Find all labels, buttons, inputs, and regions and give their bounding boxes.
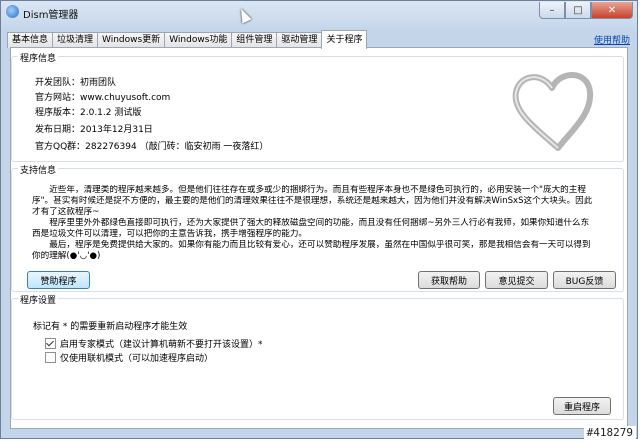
tab-windows-update[interactable]: Windows更新 [97, 32, 166, 48]
minimize-button[interactable]: – [539, 2, 565, 19]
support-text-line: 你的理解(●'◡'●) [32, 251, 101, 261]
support-text-line: 近些年，清理类的程序越来越多。但是他们往往存在或多或少的捆绑行为。而且有些程序本… [32, 185, 586, 195]
support-text-line: 程序里里外外都绿色直接即可执行，还为大家提供了强大的释放磁盘空间的功能，而且没有… [32, 218, 590, 228]
heart-logo-icon [512, 72, 594, 151]
support-text-line: 序"。甚实有时候还是捉不方便的，最主要的是他们的清理效果往往不是很理想，系统还是… [32, 196, 593, 206]
settings-title: 程序设置 [18, 293, 59, 306]
checkbox-unchecked-icon [45, 352, 56, 363]
sponsor-button[interactable]: 赞助程序 [27, 271, 90, 289]
online-mode-checkbox[interactable]: 仅使用联机模式（可以加速程序启动） [45, 351, 213, 364]
info-team: 开发团队：初雨团队 [35, 78, 117, 88]
program-info-title: 程序信息 [18, 51, 59, 64]
window-controls: – □ ✕ [539, 2, 633, 19]
info-website: 官方网站：www.chuyusoft.com [35, 93, 171, 103]
tab-about[interactable]: 关于程序 [321, 30, 368, 49]
support-text-line: 才有了这款程序~ [32, 207, 100, 217]
minimize-icon: – [549, 4, 555, 16]
maximize-icon: □ [573, 4, 583, 16]
expert-mode-checkbox[interactable]: 启用专家模式（建议计算机萌新不要打开该设置）* [45, 337, 263, 350]
close-button[interactable]: ✕ [591, 2, 633, 19]
window-title: Dism管理器 [23, 10, 79, 21]
feedback-button[interactable]: 意见提交 [485, 271, 548, 289]
watermark-text: #418279 [583, 426, 636, 439]
tab-basic-info[interactable]: 基本信息 [7, 32, 54, 48]
online-mode-label: 仅使用联机模式（可以加速程序启动） [60, 354, 214, 364]
title-bar[interactable]: Dism管理器 – □ ✕ [1, 1, 637, 23]
checkbox-checked-icon [45, 338, 56, 349]
close-icon: ✕ [607, 4, 617, 16]
tab-drivers[interactable]: 驱动管理 [276, 32, 323, 48]
support-info-title: 支持信息 [18, 163, 59, 176]
support-text-line: 最后，程序是免费提供给大家的。如果你有能力而且比较有爱心，还可以赞助程序发展，虽… [32, 240, 591, 250]
expert-mode-label: 启用专家模式（建议计算机萌新不要打开该设置）* [60, 340, 263, 350]
app-gear-icon [6, 5, 19, 18]
help-link[interactable]: 使用帮助 [594, 33, 630, 46]
maximize-button[interactable]: □ [565, 2, 591, 19]
tab-strip: 基本信息 垃圾清理 Windows更新 Windows功能 组件管理 驱动管理 … [7, 30, 368, 49]
bug-report-button[interactable]: BUG反馈 [553, 271, 616, 289]
tab-components[interactable]: 组件管理 [231, 32, 278, 48]
settings-note: 标记有 * 的需要重新启动程序才能生效 [33, 322, 188, 332]
info-version: 程序版本：2.0.1.2 测试版 [35, 108, 142, 118]
tab-windows-features[interactable]: Windows功能 [164, 32, 233, 48]
get-help-button[interactable]: 获取帮助 [418, 271, 480, 289]
restart-button[interactable]: 重启程序 [553, 397, 611, 415]
info-qq-group: 官方QQ群：282276394 （敲门砖：临安初雨 一夜落红） [35, 142, 269, 152]
info-release-date: 发布日期：2013年12月31日 [35, 125, 153, 135]
tab-cleanup[interactable]: 垃圾清理 [52, 32, 99, 48]
support-text-line: 西是垃圾文件可以清理，可以把你的主意告诉我，携手增强程序的能力。 [32, 229, 308, 239]
